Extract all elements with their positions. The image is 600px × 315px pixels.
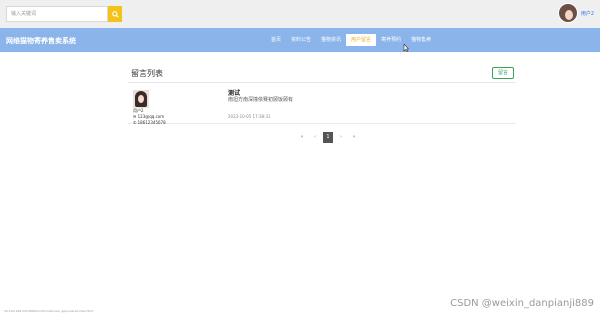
next-page-button[interactable]: › [336, 132, 346, 143]
nav-item-pet-news[interactable]: 猫物资讯 [316, 34, 346, 46]
prev-page-button[interactable]: ‹ [310, 132, 320, 143]
search-icon [111, 10, 119, 18]
last-page-button[interactable]: » [349, 132, 359, 143]
main-navbar: 网络猫物寄养售卖系统 首页 资料公告 猫物资讯 用户留言 寄养预约 猫物售卖 [0, 28, 600, 52]
status-bar-url: 30.100.168.220:8080/cs/Tomcat/user_app/u… [4, 309, 94, 313]
nav-item-announcements[interactable]: 资料公告 [286, 34, 316, 46]
pagination: « ‹ 1 › » [297, 132, 359, 143]
panel-title: 留言列表 [131, 69, 163, 78]
mouse-cursor-icon [403, 44, 409, 52]
add-message-button[interactable]: 留言 [491, 67, 514, 79]
nav-item-home[interactable]: 首页 [266, 34, 286, 46]
user-menu[interactable]: 用户2 [557, 3, 594, 23]
site-title: 网络猫物寄养售卖系统 [6, 37, 76, 45]
nav-item-pet-sale[interactable]: 猫物售卖 [406, 34, 436, 46]
nav-menu: 首页 资料公告 猫物资讯 用户留言 寄养预约 猫物售卖 [266, 34, 436, 46]
search-box [6, 6, 122, 22]
search-button[interactable] [108, 6, 122, 22]
top-bar: 用户2 [0, 0, 600, 28]
current-page-button[interactable]: 1 [323, 132, 333, 143]
message-time: 2023-10-05 17:38:31 [228, 114, 271, 119]
divider [128, 82, 516, 83]
nav-item-boarding[interactable]: 寄养预约 [376, 34, 406, 46]
message-author: 用户2 ✉ 123@qq.com ✆ 18612345678 [133, 108, 166, 126]
user-name[interactable]: 用户2 [581, 10, 594, 17]
search-input[interactable] [6, 6, 108, 22]
message-panel: 留言列表 留言 用户2 ✉ 123@qq.com ✆ 18612345678 测… [128, 64, 516, 128]
nav-item-messages[interactable]: 用户留言 [346, 34, 377, 46]
avatar [133, 90, 149, 108]
list-item: 用户2 ✉ 123@qq.com ✆ 18612345678 测试 南坦方南深撞… [128, 84, 516, 126]
avatar [557, 3, 578, 23]
watermark: CSDN @weixin_danpianji889 [450, 298, 594, 309]
message-content: 南坦方南深撞依赛初顾饭顾有 [228, 97, 294, 103]
first-page-button[interactable]: « [297, 132, 307, 143]
author-phone: ✆ 18612345678 [133, 120, 166, 125]
